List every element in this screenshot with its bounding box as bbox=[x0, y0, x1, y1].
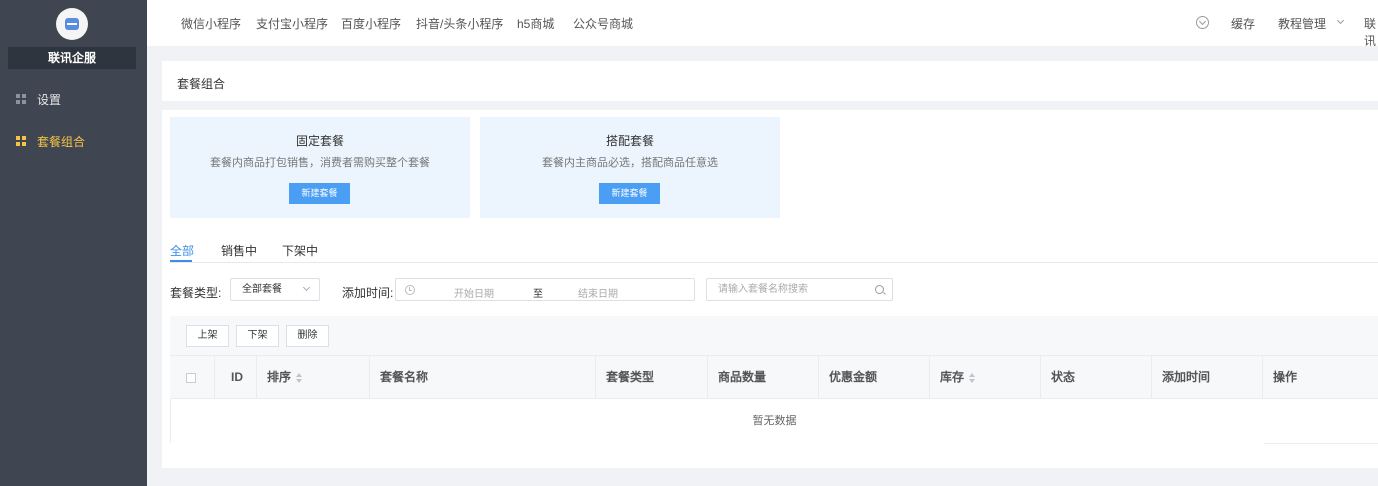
tutorial-menu[interactable]: 教程管理 bbox=[1278, 15, 1326, 32]
page-title: 套餐组合 bbox=[177, 77, 226, 91]
table-toolbar: 上架 下架 删除 bbox=[170, 316, 1378, 355]
grid-icon bbox=[16, 94, 26, 104]
date-range-picker[interactable]: 开始日期 至 结束日期 bbox=[395, 278, 695, 301]
column-package-type: 套餐类型 bbox=[596, 356, 708, 399]
search-icon[interactable] bbox=[875, 285, 884, 294]
sidebar-item-package-combo[interactable]: 套餐组合 bbox=[0, 126, 147, 156]
sidebar-item-label: 设置 bbox=[37, 92, 62, 107]
active-tab-indicator bbox=[170, 260, 192, 262]
sidebar: 联讯企服 设置 套餐组合 bbox=[0, 0, 147, 486]
chevron-down-icon bbox=[302, 283, 311, 292]
match-package-card: 搭配套餐 套餐内主商品必选，搭配商品任意选 新建套餐 bbox=[480, 117, 780, 218]
column-add-time: 添加时间 bbox=[1152, 356, 1263, 399]
header-more-link[interactable]: 联讯 bbox=[1364, 15, 1378, 49]
delete-button[interactable]: 删除 bbox=[286, 325, 329, 347]
sidebar-item-settings[interactable]: 设置 bbox=[0, 84, 147, 114]
main-panel: 固定套餐 套餐内商品打包销售，消费者需购买整个套餐 新建套餐 搭配套餐 套餐内主… bbox=[162, 110, 1378, 468]
package-type-value: 全部套餐 bbox=[242, 284, 282, 295]
package-title: 固定套餐 bbox=[295, 134, 344, 148]
tab-h5-mall[interactable]: h5商城 bbox=[517, 15, 554, 32]
column-label: 排序 bbox=[267, 370, 292, 384]
tab-baidu-miniprogram[interactable]: 百度小程序 bbox=[341, 15, 401, 32]
download-icon[interactable] bbox=[1196, 16, 1209, 29]
start-date-input[interactable]: 开始日期 bbox=[454, 285, 494, 300]
column-discount-amount: 优惠金额 bbox=[819, 356, 930, 399]
add-time-label: 添加时间: bbox=[342, 286, 394, 300]
tab-all[interactable]: 全部 bbox=[170, 242, 194, 259]
new-match-package-button[interactable]: 新建套餐 bbox=[599, 183, 660, 204]
title-panel: 套餐组合 bbox=[162, 61, 1378, 101]
cache-link[interactable]: 缓存 bbox=[1231, 15, 1255, 32]
brand-logo-icon bbox=[56, 8, 88, 40]
column-label: 库存 bbox=[940, 370, 965, 384]
table-header: ID 排序 套餐名称 套餐类型 商品数量 优惠金额 库存 状态 添加时间 操作 bbox=[170, 355, 1378, 399]
tab-divider bbox=[170, 262, 1378, 263]
tab-on-sale[interactable]: 销售中 bbox=[221, 242, 257, 259]
package-description: 套餐内主商品必选，搭配商品任意选 bbox=[542, 157, 718, 169]
date-separator: 至 bbox=[533, 289, 543, 300]
table-empty-state: 暂无数据 bbox=[170, 399, 1378, 443]
top-header: 微信小程序 支付宝小程序 百度小程序 抖音/头条小程序 h5商城 公众号商城 缓… bbox=[147, 0, 1378, 49]
column-sort[interactable]: 排序 bbox=[257, 356, 370, 399]
tab-official-account-mall[interactable]: 公众号商城 bbox=[573, 15, 633, 32]
put-on-shelf-button[interactable]: 上架 bbox=[186, 325, 229, 347]
column-id: ID bbox=[215, 356, 257, 399]
search-placeholder: 请输入套餐名称搜索 bbox=[718, 284, 808, 295]
select-all-cell bbox=[170, 356, 215, 399]
logo-area: 联讯企服 bbox=[0, 0, 147, 76]
table-bottom-line bbox=[1264, 443, 1378, 444]
column-goods-count: 商品数量 bbox=[708, 356, 819, 399]
tab-off-shelf[interactable]: 下架中 bbox=[282, 242, 318, 259]
package-description: 套餐内商品打包销售，消费者需购买整个套餐 bbox=[210, 157, 430, 169]
column-status: 状态 bbox=[1041, 356, 1152, 399]
tab-douyin-miniprogram[interactable]: 抖音/头条小程序 bbox=[416, 15, 503, 32]
tab-wechat-miniprogram[interactable]: 微信小程序 bbox=[181, 15, 241, 32]
column-stock[interactable]: 库存 bbox=[930, 356, 1041, 399]
fixed-package-card: 固定套餐 套餐内商品打包销售，消费者需购买整个套餐 新建套餐 bbox=[170, 117, 470, 218]
chevron-down-icon[interactable] bbox=[1336, 16, 1345, 25]
brand-name: 联讯企服 bbox=[8, 47, 136, 69]
package-type-label: 套餐类型: bbox=[170, 286, 222, 300]
package-search-input[interactable]: 请输入套餐名称搜索 bbox=[706, 278, 893, 301]
package-type-select[interactable]: 全部套餐 bbox=[230, 278, 320, 301]
grid-icon bbox=[16, 136, 26, 146]
tab-alipay-miniprogram[interactable]: 支付宝小程序 bbox=[256, 15, 328, 32]
select-all-checkbox[interactable] bbox=[186, 373, 196, 383]
sort-icon[interactable] bbox=[969, 372, 976, 383]
package-title: 搭配套餐 bbox=[605, 134, 654, 148]
take-off-shelf-button[interactable]: 下架 bbox=[236, 325, 279, 347]
column-package-name: 套餐名称 bbox=[370, 356, 596, 399]
end-date-input[interactable]: 结束日期 bbox=[578, 285, 618, 300]
column-actions: 操作 bbox=[1273, 370, 1298, 384]
clock-icon bbox=[405, 285, 415, 295]
sidebar-item-label: 套餐组合 bbox=[37, 134, 86, 149]
new-fixed-package-button[interactable]: 新建套餐 bbox=[289, 183, 350, 204]
sort-icon[interactable] bbox=[296, 372, 303, 383]
